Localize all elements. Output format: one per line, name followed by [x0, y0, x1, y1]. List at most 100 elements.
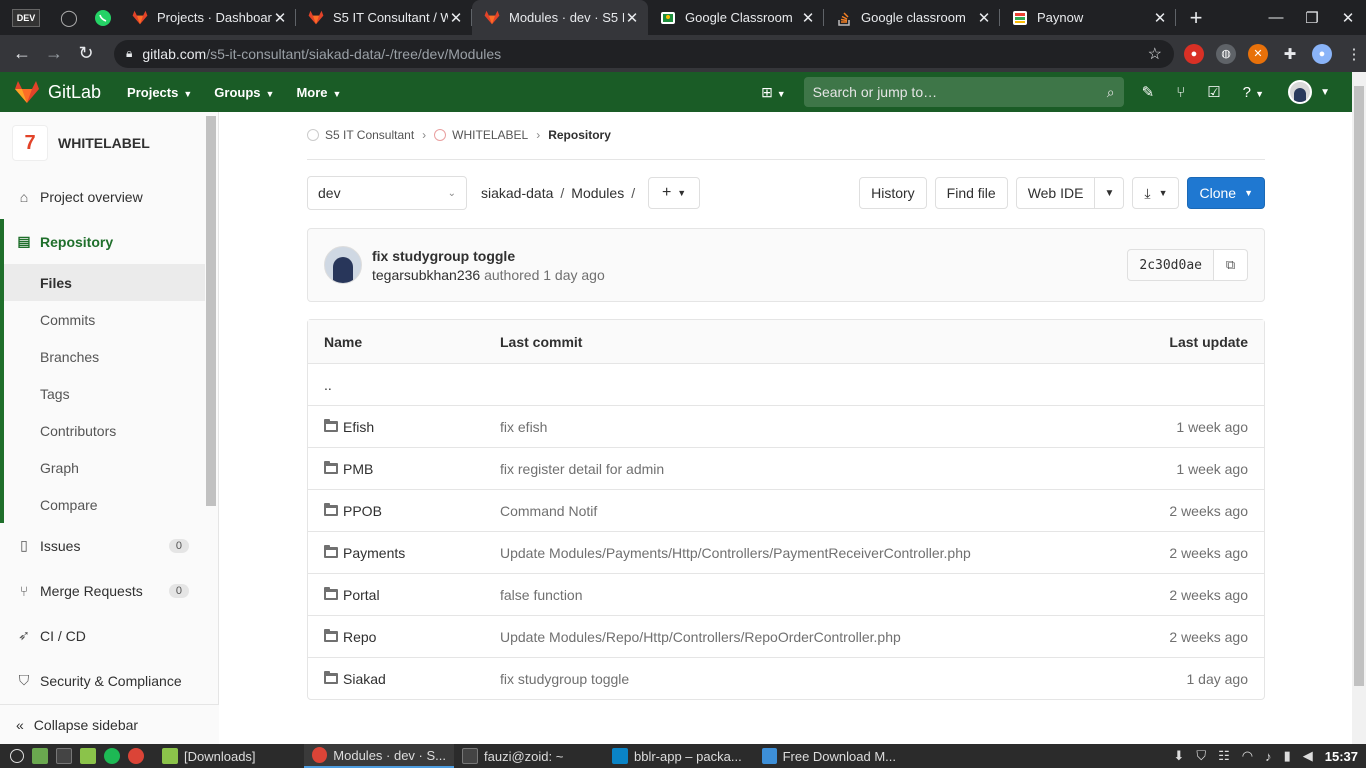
history-button[interactable]: History: [859, 177, 927, 209]
browser-menu-icon[interactable]: ⋮: [1344, 44, 1364, 64]
new-dropdown-button[interactable]: ⊞ ▼: [761, 84, 786, 101]
globe-icon[interactable]: ◍: [1216, 43, 1236, 64]
github-pinned-tab[interactable]: ◯: [52, 0, 86, 35]
add-to-tree-button[interactable]: + ▼: [648, 177, 701, 209]
clock[interactable]: 15:37: [1325, 749, 1358, 764]
merge-request-icon[interactable]: ⑂: [1176, 84, 1185, 101]
whatsapp-pinned-tab[interactable]: [86, 0, 120, 35]
close-icon[interactable]: ✕: [448, 9, 464, 27]
gitlab-home-link[interactable]: GitLab: [14, 80, 101, 104]
sidebar-item-security[interactable]: ⛉ Security & Compliance: [0, 658, 205, 703]
new-tab-button[interactable]: +: [1176, 0, 1216, 35]
puzzle-icon[interactable]: ✚: [1280, 44, 1300, 64]
sidebar-project-header[interactable]: 7 WHITELABEL: [0, 112, 218, 174]
reload-icon[interactable]: ↻: [70, 43, 102, 64]
projects-menu[interactable]: Projects ▼: [127, 85, 192, 100]
user-avatar[interactable]: [1288, 80, 1313, 104]
minimize-icon[interactable]: —: [1258, 9, 1294, 26]
web-ide-button[interactable]: Web IDE: [1015, 177, 1096, 209]
table-row[interactable]: Portal false function 2 weeks ago: [308, 573, 1264, 615]
folder-name-link[interactable]: PPOB: [343, 503, 382, 519]
commit-message-link[interactable]: Update Modules/Repo/Http/Controllers/Rep…: [500, 629, 1064, 645]
forward-icon[interactable]: →: [38, 43, 70, 64]
taskbar-window-downloads[interactable]: [Downloads]: [154, 744, 304, 768]
commit-message-link[interactable]: false function: [500, 587, 1064, 603]
sidebar-item-tags[interactable]: Tags: [4, 375, 205, 412]
copy-icon[interactable]: ⧉: [1214, 249, 1248, 281]
sidebar-item-files[interactable]: Files: [4, 264, 205, 301]
collapse-sidebar-button[interactable]: « Collapse sidebar: [0, 704, 219, 744]
browser-tab-modules[interactable]: Modules · dev · S5 IT Consultant ✕: [472, 0, 648, 35]
groups-menu[interactable]: Groups ▼: [214, 85, 274, 100]
url-field[interactable]: 🔒︎ gitlab.com/s5-it-consultant/siakad-da…: [114, 39, 1174, 68]
scrollbar-thumb[interactable]: [1354, 86, 1364, 686]
sidebar-item-contributors[interactable]: Contributors: [4, 412, 205, 449]
browser-tab-paynow[interactable]: Paynow ✕: [1000, 0, 1176, 35]
folder-name-link[interactable]: Siakad: [343, 671, 386, 687]
chevron-down-icon[interactable]: ▼: [1320, 87, 1330, 98]
commit-message-link[interactable]: fix efish: [500, 419, 1064, 435]
sidebar-item-merge-requests[interactable]: ⑂ Merge Requests 0: [0, 568, 205, 613]
close-icon[interactable]: ✕: [976, 9, 992, 27]
close-icon[interactable]: ✕: [624, 9, 640, 27]
search-input[interactable]: Search or jump to… ⌕: [803, 77, 1124, 107]
parent-directory-link[interactable]: ..: [308, 377, 500, 393]
sidebar-item-commits[interactable]: Commits: [4, 301, 205, 338]
breadcrumb-project-link[interactable]: WHITELABEL: [452, 128, 528, 142]
browser-tab-whitelabel[interactable]: S5 IT Consultant / WHITELABEL ✕: [296, 0, 472, 35]
file-manager-icon[interactable]: [32, 748, 48, 764]
shield-icon[interactable]: ⛉: [1196, 748, 1206, 764]
bookmark-star-icon[interactable]: ☆: [1148, 44, 1162, 64]
app-menu-icon[interactable]: [10, 749, 24, 763]
battery-icon[interactable]: ▮: [1284, 748, 1291, 764]
volume-icon[interactable]: ◀: [1303, 748, 1313, 764]
commit-message-link[interactable]: fix studygroup toggle: [372, 248, 605, 264]
sidebar-item-repository[interactable]: ▤ Repository: [4, 219, 205, 264]
sidebar-item-branches[interactable]: Branches: [4, 338, 205, 375]
sidebar-item-compare[interactable]: Compare: [4, 486, 205, 523]
commit-message-link[interactable]: Update Modules/Payments/Http/Controllers…: [500, 545, 1064, 561]
help-icon[interactable]: ? ▼: [1243, 84, 1264, 101]
breadcrumb-current[interactable]: Repository: [548, 128, 611, 142]
find-file-button[interactable]: Find file: [934, 177, 1008, 209]
folder-name-link[interactable]: Efish: [343, 419, 374, 435]
folder-icon[interactable]: [80, 748, 96, 764]
sidebar-item-project-overview[interactable]: ⌂ Project overview: [0, 174, 205, 219]
author-avatar[interactable]: [324, 246, 362, 284]
table-row[interactable]: Payments Update Modules/Payments/Http/Co…: [308, 531, 1264, 573]
browser-tab-classroom[interactable]: Google Classroom ✕: [648, 0, 824, 35]
close-window-icon[interactable]: ✕: [1330, 9, 1366, 27]
back-icon[interactable]: ←: [6, 43, 38, 64]
page-scrollbar[interactable]: [1352, 72, 1366, 744]
path-dir-link[interactable]: Modules: [571, 185, 624, 201]
commit-sha-label[interactable]: 2c30d0ae: [1127, 249, 1214, 281]
folder-name-link[interactable]: PMB: [343, 461, 373, 477]
path-root-link[interactable]: siakad-data: [481, 185, 553, 201]
commit-author-link[interactable]: tegarsubkhan236: [372, 267, 480, 283]
browser-tab-projects[interactable]: Projects · Dashboard · GitLab ✕: [120, 0, 296, 35]
folder-name-link[interactable]: Portal: [343, 587, 380, 603]
close-icon[interactable]: ✕: [1152, 9, 1168, 27]
sidebar-scrollbar[interactable]: [206, 116, 216, 506]
sidebar-item-ci-cd[interactable]: ➶ CI / CD: [0, 613, 205, 658]
terminal-icon[interactable]: [56, 748, 72, 764]
taskbar-window-webstorm[interactable]: bblr-app – packa...: [604, 744, 754, 768]
maximize-icon[interactable]: ❐: [1294, 9, 1330, 27]
sidebar-item-graph[interactable]: Graph: [4, 449, 205, 486]
issues-icon[interactable]: ✎: [1142, 83, 1155, 101]
browser-tab-stackoverflow[interactable]: Google classroom ✕: [824, 0, 1000, 35]
breadcrumb-group-link[interactable]: S5 IT Consultant: [325, 128, 414, 142]
taskbar-window-terminal[interactable]: fauzi@zoid: ~: [454, 744, 604, 768]
web-ide-dropdown-button[interactable]: ▼: [1095, 177, 1125, 209]
table-row[interactable]: Siakad fix studygroup toggle 1 day ago: [308, 657, 1264, 699]
music-icon[interactable]: ♪: [1265, 749, 1272, 764]
taskbar-window-chrome[interactable]: Modules · dev · S...: [304, 744, 454, 768]
spotify-icon[interactable]: [104, 748, 120, 764]
todo-icon[interactable]: ☑: [1207, 83, 1220, 101]
chrome-icon[interactable]: [128, 748, 144, 764]
extension-icon[interactable]: ✕: [1248, 43, 1268, 64]
commit-message-link[interactable]: fix register detail for admin: [500, 461, 1064, 477]
table-row[interactable]: PMB fix register detail for admin 1 week…: [308, 447, 1264, 489]
close-icon[interactable]: ✕: [272, 9, 288, 27]
sidebar-item-issues[interactable]: ▯ Issues 0: [0, 523, 205, 568]
